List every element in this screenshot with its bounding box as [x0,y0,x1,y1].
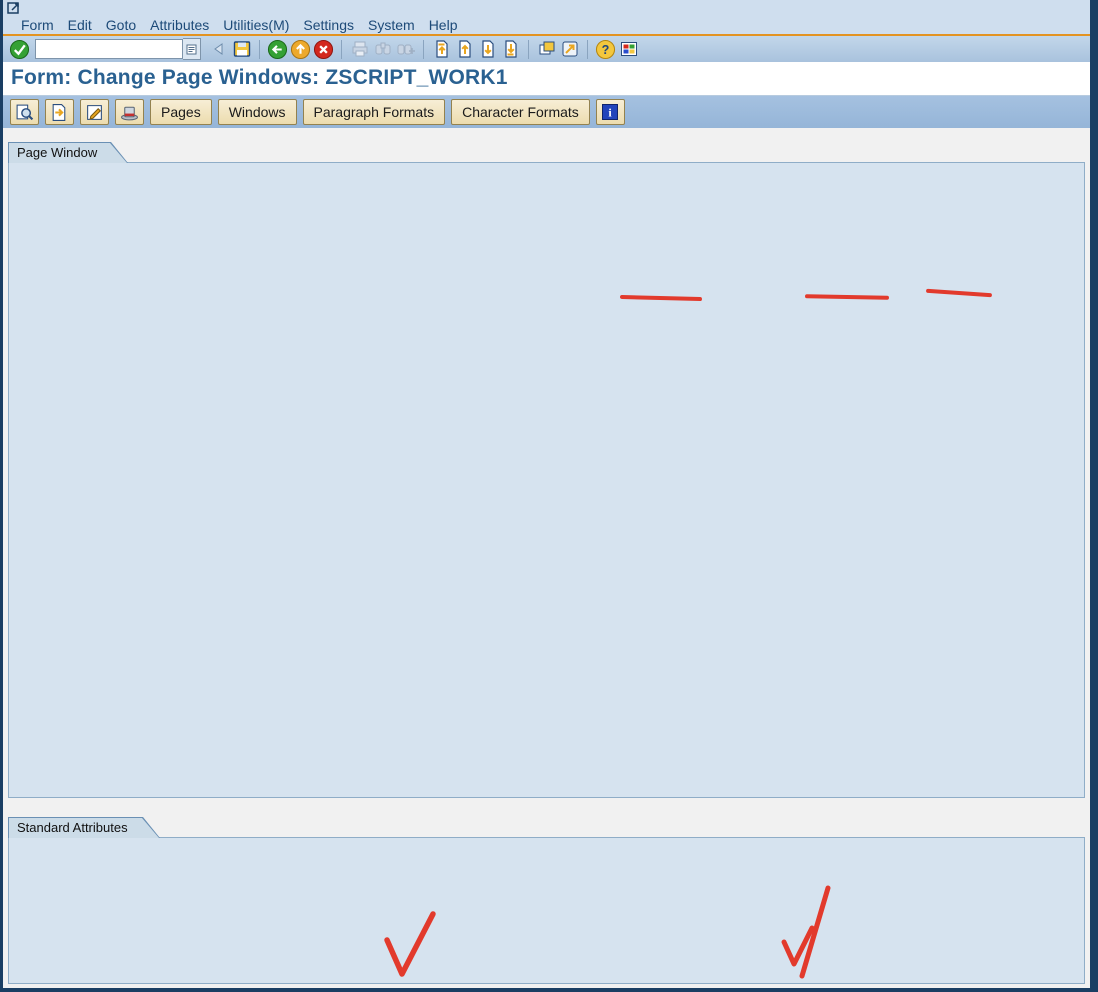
toolbar-separator [259,40,260,59]
command-field[interactable] [35,39,183,59]
next-page-icon[interactable] [476,38,499,61]
page-window-group [8,162,1085,798]
collapse-command-icon[interactable] [207,38,230,61]
svg-text:?: ? [602,43,610,57]
menu-utilities[interactable]: Utilities(M) [218,17,294,33]
check-form-icon[interactable] [45,99,74,125]
create-shortcut-icon[interactable] [558,38,581,61]
menu-system[interactable]: System [363,17,420,33]
menu-attributes[interactable]: Attributes [145,17,214,33]
paragraph-formats-button[interactable]: Paragraph Formats [303,99,446,125]
first-page-icon[interactable] [430,38,453,61]
edit-form-icon[interactable] [80,99,109,125]
find-next-icon[interactable] [394,38,417,61]
find-icon[interactable] [371,38,394,61]
toolbar-separator [528,40,529,59]
exit-screen-icon [7,2,23,14]
toolbar-separator [423,40,424,59]
menu-bar: Form Edit Goto Attributes Utilities(M) S… [0,15,1098,34]
toolbar-separator [341,40,342,59]
menu-form[interactable]: Form [16,17,59,33]
back-icon[interactable] [266,38,289,61]
pages-button[interactable]: Pages [150,99,212,125]
windows-button[interactable]: Windows [218,99,297,125]
standard-attributes-group [8,837,1085,984]
previous-page-icon[interactable] [453,38,476,61]
new-session-icon[interactable] [535,38,558,61]
toolbar-separator [587,40,588,59]
customize-layout-icon[interactable] [617,38,640,61]
standard-toolbar: ? [0,36,1098,62]
command-field-group [35,38,201,60]
info-icon[interactable]: i [596,99,625,125]
sap-window: Form Edit Goto Attributes Utilities(M) S… [0,0,1098,992]
menu-help[interactable]: Help [424,17,463,33]
styles-hat-icon[interactable] [115,99,144,125]
title-bar: Form: Change Page Windows: ZSCRIPT_WORK1 [0,62,1098,96]
window-top-strip [0,0,1098,15]
page-title: Form: Change Page Windows: ZSCRIPT_WORK1 [11,66,508,90]
save-icon[interactable] [230,38,253,61]
page-window-tab: Page Window [8,142,128,163]
menu-settings[interactable]: Settings [298,17,359,33]
menu-goto[interactable]: Goto [101,17,141,33]
character-formats-button[interactable]: Character Formats [451,99,590,125]
command-history-icon[interactable] [183,38,201,60]
page-window-tab-label: Page Window [8,142,128,163]
standard-attributes-tab: Standard Attributes [8,817,160,838]
last-page-icon[interactable] [499,38,522,61]
window-frame-bottom [0,988,1098,992]
application-toolbar: Pages Windows Paragraph Formats Characte… [0,96,1098,128]
window-frame-left [0,0,3,992]
print-icon[interactable] [348,38,371,61]
exit-icon[interactable] [289,38,312,61]
help-icon[interactable]: ? [594,38,617,61]
display-form-icon[interactable] [10,99,39,125]
cancel-icon[interactable] [312,38,335,61]
menu-edit[interactable]: Edit [63,17,97,33]
standard-attributes-tab-label: Standard Attributes [8,817,160,838]
enter-icon[interactable] [8,38,31,61]
window-frame-right [1090,0,1098,992]
